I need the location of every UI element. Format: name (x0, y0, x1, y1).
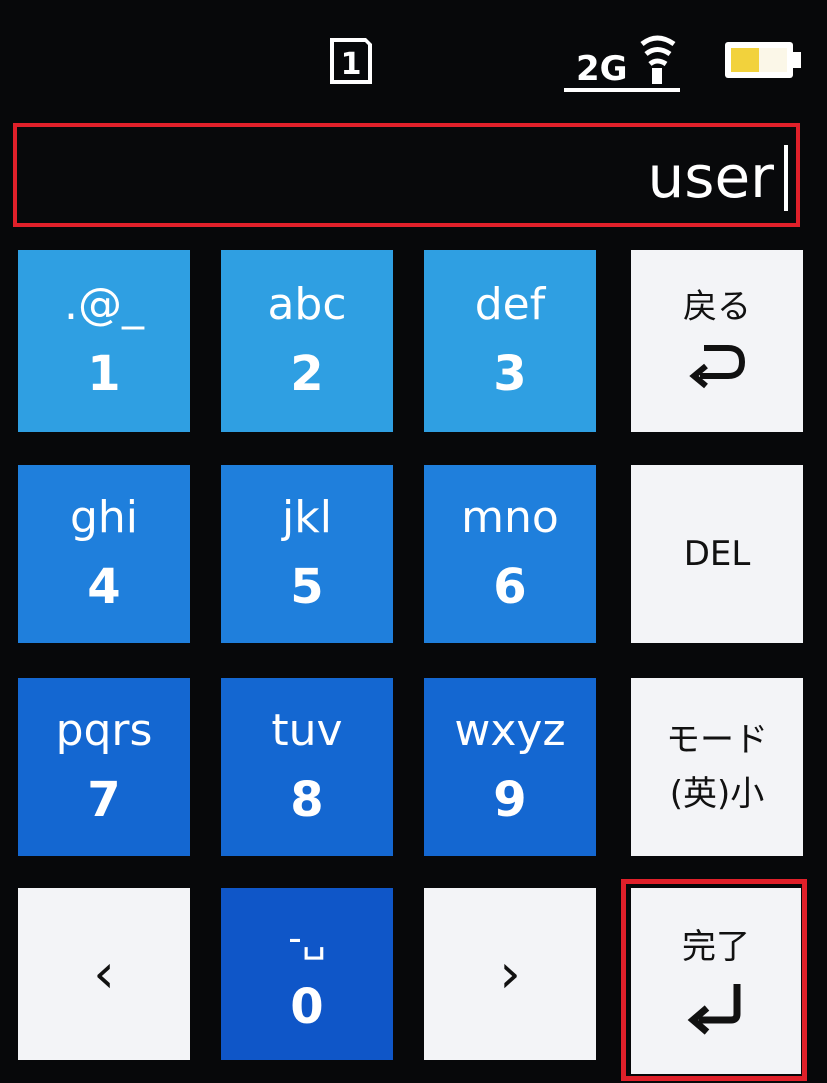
sim-slot-number: 1 (341, 47, 362, 82)
key-3-letters: def (474, 279, 546, 330)
key-1-letters: .@_ (64, 279, 144, 330)
key-2-digit: 2 (290, 346, 324, 402)
screen: 1 2G user .@_ 1 abc 2 def 3 戻る ghi 4 jkl… (0, 0, 827, 1083)
key-6[interactable]: mno 6 (424, 465, 596, 643)
mode-key[interactable]: モード (英)小 (631, 678, 803, 856)
key-0[interactable]: -␣ 0 (221, 888, 393, 1060)
key-6-letters: mno (461, 492, 559, 543)
text-cursor (784, 145, 788, 211)
key-5-letters: jkl (282, 492, 332, 543)
key-6-digit: 6 (493, 559, 527, 615)
mode-key-label-line2: (英)小 (669, 774, 765, 814)
key-9[interactable]: wxyz 9 (424, 678, 596, 856)
key-8[interactable]: tuv 8 (221, 678, 393, 856)
return-arrow-icon (689, 345, 746, 389)
network-type-label: 2G (576, 49, 628, 89)
chevron-left-icon: ‹ (93, 942, 115, 1005)
key-2-letters: abc (267, 279, 347, 330)
signal-2g-icon: 2G (564, 35, 680, 92)
back-key-label: 戻る (683, 287, 751, 327)
mode-key-label-line1: モード (666, 720, 768, 760)
key-9-letters: wxyz (454, 705, 566, 756)
key-0-letters: -␣ (288, 916, 326, 960)
back-key[interactable]: 戻る (631, 250, 803, 432)
key-4[interactable]: ghi 4 (18, 465, 190, 643)
key-2[interactable]: abc 2 (221, 250, 393, 432)
key-3[interactable]: def 3 (424, 250, 596, 432)
del-key-label: DEL (683, 534, 751, 574)
key-8-letters: tuv (271, 705, 343, 756)
key-4-digit: 4 (87, 559, 121, 615)
battery-icon (725, 42, 801, 78)
text-input-value: user (647, 143, 774, 211)
key-1-digit: 1 (87, 346, 121, 402)
key-3-digit: 3 (493, 346, 527, 402)
cursor-right-key[interactable]: › (424, 888, 596, 1060)
key-7-digit: 7 (87, 772, 121, 828)
key-4-letters: ghi (69, 492, 139, 543)
key-7[interactable]: pqrs 7 (18, 678, 190, 856)
status-bar: 1 2G (0, 0, 827, 110)
enter-arrow-icon (687, 984, 741, 1035)
key-5-digit: 5 (290, 559, 324, 615)
key-0-digit: 0 (290, 979, 324, 1035)
cursor-left-key[interactable]: ‹ (18, 888, 190, 1060)
text-input-field[interactable]: user (13, 123, 800, 227)
done-key[interactable]: 完了 (631, 888, 801, 1074)
key-7-letters: pqrs (55, 705, 153, 756)
done-key-label: 完了 (682, 927, 750, 967)
chevron-right-icon: › (499, 942, 521, 1005)
del-key[interactable]: DEL (631, 465, 803, 643)
key-9-digit: 9 (493, 772, 527, 828)
sim-card-icon: 1 (330, 38, 372, 84)
key-1[interactable]: .@_ 1 (18, 250, 190, 432)
key-5[interactable]: jkl 5 (221, 465, 393, 643)
key-8-digit: 8 (290, 772, 324, 828)
